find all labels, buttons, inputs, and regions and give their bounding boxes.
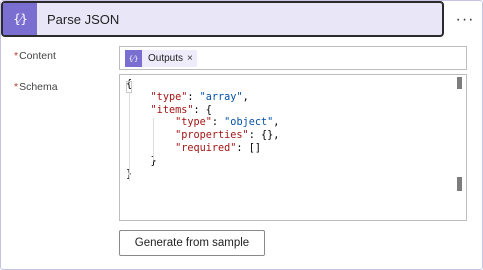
schema-editor[interactable]: { "type": "array", "items": { "type": "o… [119,74,467,221]
json-string: "array" [199,91,243,103]
action-header[interactable]: {⁄} Parse JSON [1,1,444,37]
scrollbar-marker[interactable] [457,77,462,89]
code-line: "type": "object", [175,117,280,129]
schema-label: *Schema [14,81,58,93]
json-key: "properties" [175,130,249,142]
token-label: Outputs [148,53,184,64]
remove-token-icon[interactable]: × [187,53,193,64]
indent-guide [129,93,130,181]
braces-icon: {⁄} [3,3,37,35]
scrollbar-thumb[interactable] [457,177,462,191]
schema-code: { "type": "array", "items": { "type": "o… [126,79,279,181]
braces-icon: {⁄} [125,50,142,67]
json-key: "items" [150,104,194,116]
code-line: "type": "array", [150,91,249,103]
code-line: "properties": {}, [175,130,280,142]
action-title: Parse JSON [47,11,120,27]
outputs-token[interactable]: {⁄} Outputs × [125,50,197,67]
json-string: "object" [224,117,274,129]
more-options-button[interactable]: ··· [449,7,481,33]
bracket-highlight [126,81,132,93]
parse-json-card: {⁄} Parse JSON ··· *Content {⁄} Outputs … [0,0,483,270]
content-label: *Content [14,50,56,62]
content-field[interactable]: {⁄} Outputs × [119,46,467,70]
code-line: "required": [] [175,142,261,154]
code-line: "items": { [150,104,212,116]
json-key: "type" [175,117,212,129]
json-key: "required" [175,142,237,154]
json-key: "type" [150,91,188,103]
generate-from-sample-button[interactable]: Generate from sample [119,230,265,256]
indent-guide [153,118,154,160]
